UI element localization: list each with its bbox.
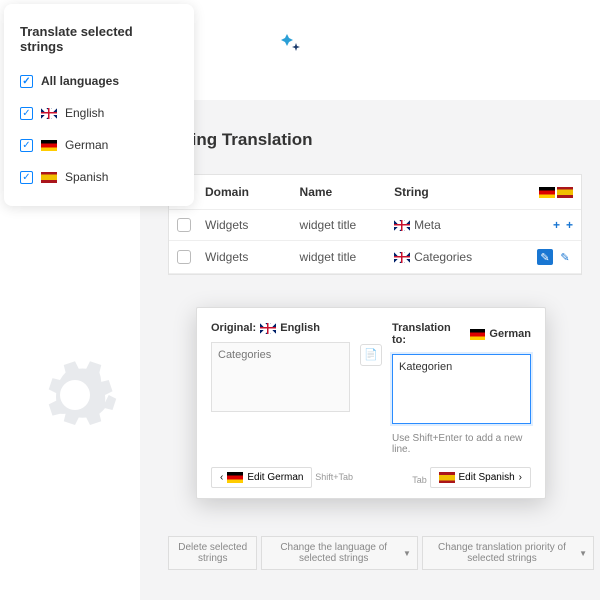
col-name: Name (300, 185, 395, 199)
table-header: Domain Name String (169, 175, 581, 210)
change-language-dropdown[interactable]: Change the language of selected strings▼ (261, 536, 417, 570)
translation-editor-popover: Original: English 📄 Translation to: Germ… (196, 307, 546, 499)
translation-label: Translation to: (392, 322, 466, 346)
chevron-right-icon: › (519, 472, 522, 483)
next-lang-button[interactable]: Edit Spanish › (430, 467, 532, 488)
uk-flag-icon (394, 220, 410, 231)
gear-icon (30, 350, 120, 440)
de-flag-icon (539, 187, 555, 198)
prev-lang-label: Edit German (247, 472, 303, 483)
all-languages-row[interactable]: ✓ All languages (20, 74, 178, 88)
cell-name: widget title (300, 218, 395, 232)
all-languages-label: All languages (41, 74, 119, 88)
checkbox-icon: ✓ (20, 171, 33, 184)
col-domain: Domain (205, 185, 300, 199)
es-flag-icon (439, 472, 455, 483)
chevron-left-icon: ‹ (220, 472, 223, 483)
cell-string: Categories (414, 250, 472, 264)
cell-name: widget title (300, 250, 395, 264)
bulk-actions-bar: Delete selected strings Change the langu… (168, 536, 594, 570)
uk-flag-icon (260, 323, 276, 334)
next-shortcut: Tab (412, 475, 427, 485)
original-label: Original: (211, 322, 256, 334)
prev-shortcut: Shift+Tab (315, 472, 353, 482)
lang-label: English (65, 106, 104, 120)
es-flag-icon (41, 172, 57, 183)
lang-label: Spanish (65, 170, 108, 184)
checkbox-icon: ✓ (20, 75, 33, 88)
es-flag-icon (557, 187, 573, 198)
lang-label: German (65, 138, 108, 152)
translate-languages-card: Translate selected strings ✓ All languag… (4, 4, 194, 206)
translation-lang: German (489, 328, 531, 340)
de-flag-icon (227, 472, 243, 483)
change-priority-dropdown[interactable]: Change translation priority of selected … (422, 536, 594, 570)
sidebar-title: Translate selected strings (20, 24, 178, 54)
cell-domain: Widgets (205, 218, 300, 232)
page-title: String Translation (168, 130, 582, 150)
lang-row-german[interactable]: ✓ German (20, 138, 178, 152)
edit-translation-icon[interactable]: ✎ (557, 249, 573, 265)
col-string: String (394, 185, 517, 199)
prev-lang-button[interactable]: ‹ Edit German (211, 467, 312, 488)
table-row: Widgets widget title Categories ✎ ✎ (169, 241, 581, 274)
lang-row-spanish[interactable]: ✓ Spanish (20, 170, 178, 184)
lang-row-english[interactable]: ✓ English (20, 106, 178, 120)
chevron-down-icon: ▼ (403, 549, 411, 558)
cell-domain: Widgets (205, 250, 300, 264)
delete-selected-button[interactable]: Delete selected strings (168, 536, 257, 570)
checkbox-icon: ✓ (20, 107, 33, 120)
next-lang-label: Edit Spanish (459, 472, 515, 483)
editor-hint: Use Shift+Enter to add a new line. (392, 433, 531, 455)
checkbox-icon: ✓ (20, 139, 33, 152)
row-checkbox[interactable] (177, 250, 191, 264)
strings-table: Domain Name String Widgets widget title … (168, 174, 582, 275)
edit-translation-icon[interactable]: ✎ (537, 249, 553, 265)
uk-flag-icon (394, 252, 410, 263)
add-translation-icon[interactable]: + (553, 218, 560, 232)
cell-string: Meta (414, 218, 441, 232)
copy-original-button[interactable]: 📄 (360, 344, 382, 366)
chevron-down-icon: ▼ (579, 549, 587, 558)
original-textarea (211, 342, 350, 412)
de-flag-icon (470, 329, 486, 340)
de-flag-icon (41, 140, 57, 151)
table-row: Widgets widget title Meta + + (169, 210, 581, 241)
original-lang: English (280, 322, 320, 334)
row-checkbox[interactable] (177, 218, 191, 232)
sparkle-icon (275, 30, 305, 60)
add-translation-icon[interactable]: + (566, 218, 573, 232)
uk-flag-icon (41, 108, 57, 119)
translation-textarea[interactable] (392, 354, 531, 424)
